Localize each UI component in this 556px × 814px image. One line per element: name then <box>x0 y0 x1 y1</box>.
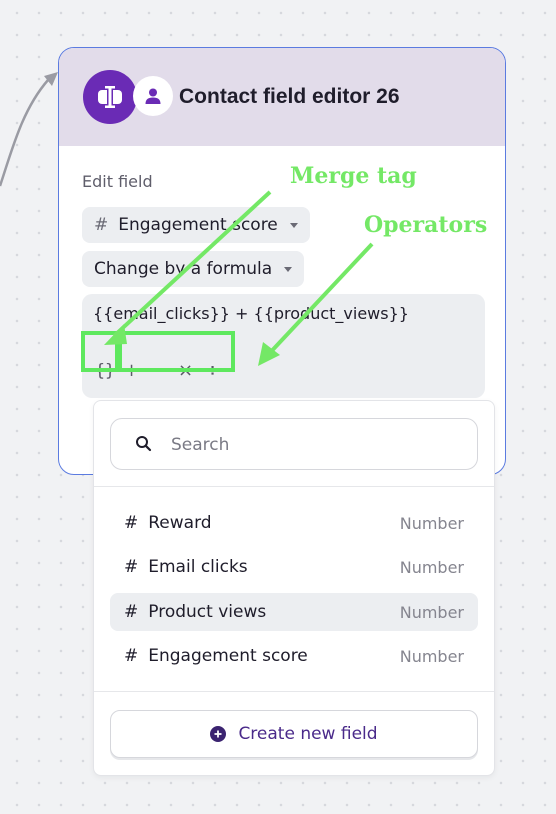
divider <box>94 691 494 692</box>
field-item-email-clicks[interactable]: # Email clicks Number <box>110 548 478 586</box>
mode-select[interactable]: Change by a formula <box>82 251 305 287</box>
formula-text[interactable]: {{email_clicks}} + {{product_views}} <box>93 304 409 323</box>
hash-icon: # <box>124 513 139 533</box>
field-item-type: Number <box>399 602 464 622</box>
search-input[interactable] <box>169 429 463 461</box>
hash-icon: # <box>94 215 109 235</box>
search-icon <box>136 436 152 452</box>
divider <box>94 486 494 487</box>
field-item-type: Number <box>399 513 464 533</box>
hash-icon: # <box>124 646 139 666</box>
formula-icon <box>83 70 137 124</box>
hash-icon: # <box>124 602 139 622</box>
field-item-type: Number <box>399 646 464 666</box>
mode-select-value: Change by a formula <box>94 259 273 279</box>
field-item-name: Reward <box>148 513 212 533</box>
caret-down-icon <box>289 222 298 228</box>
merge-tag-highlight <box>81 331 119 372</box>
create-new-field-button[interactable]: Create new field <box>110 710 478 758</box>
field-select-value: Engagement score <box>118 215 278 235</box>
field-item-name: Engagement score <box>148 646 308 666</box>
operators-highlight <box>118 331 235 372</box>
node-header: Contact field editor 26 <box>59 48 505 146</box>
operators-annotation: Operators <box>364 212 488 238</box>
person-icon <box>133 76 173 116</box>
plus-circle-icon <box>210 726 227 742</box>
field-item-type: Number <box>399 557 464 577</box>
field-item-reward[interactable]: # Reward Number <box>110 504 478 542</box>
field-item-engagement-score[interactable]: # Engagement score Number <box>110 637 478 675</box>
field-item-name: Email clicks <box>148 557 248 577</box>
field-select[interactable]: # Engagement score <box>82 207 310 243</box>
node-title: Contact field editor 26 <box>179 85 400 108</box>
field-item-name: Product views <box>148 602 267 622</box>
search-box[interactable] <box>110 418 478 470</box>
field-item-product-views[interactable]: # Product views Number <box>110 593 478 631</box>
hash-icon: # <box>124 557 139 577</box>
merge-tag-dropdown: # Reward Number # Email clicks Number # … <box>93 400 495 776</box>
edit-field-label: Edit field <box>82 172 153 191</box>
merge-tag-annotation: Merge tag <box>290 163 417 189</box>
caret-down-icon <box>284 266 293 272</box>
create-new-field-label: Create new field <box>238 724 378 744</box>
